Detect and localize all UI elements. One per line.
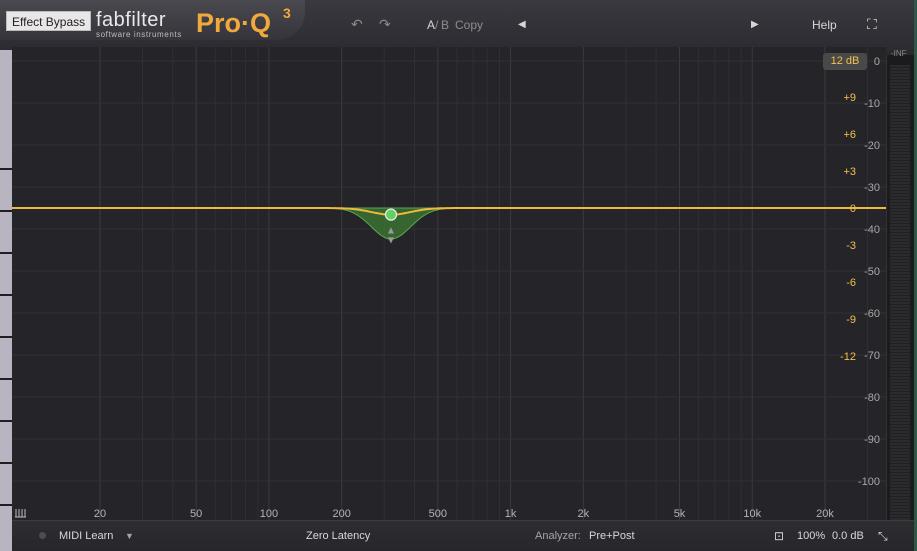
gain-label: -3 xyxy=(846,240,856,252)
freq-label: 50 xyxy=(190,508,202,520)
freq-label: 2k xyxy=(578,508,590,520)
meter-scale-label: -30 xyxy=(864,182,880,194)
freq-label: 20k xyxy=(816,508,834,520)
gain-label: -12 xyxy=(840,351,856,363)
gain-label: +3 xyxy=(843,166,856,178)
meter-scale-label: -90 xyxy=(864,434,880,446)
gain-label: -6 xyxy=(846,277,856,289)
midi-dropdown-icon[interactable]: ▼ xyxy=(125,531,134,541)
meter-scale-label: -10 xyxy=(864,98,880,110)
band-down-arrow-icon[interactable]: ▼ xyxy=(388,236,395,245)
midi-indicator-icon xyxy=(39,532,46,539)
meter-scale-label: -50 xyxy=(864,266,880,278)
output-gain[interactable]: 0.0 dB xyxy=(832,530,864,542)
piano-display-icon[interactable] xyxy=(15,509,26,518)
meter-scale-label: -100 xyxy=(858,476,880,488)
meter-scale-label: -60 xyxy=(864,308,880,320)
zoom-level[interactable]: 100% xyxy=(797,530,825,542)
band-fill xyxy=(12,207,886,240)
gain-label: -9 xyxy=(846,314,856,326)
save-icon[interactable]: ⊡ xyxy=(774,529,784,543)
freq-label: 500 xyxy=(429,508,447,520)
meter-scale-label: -20 xyxy=(864,140,880,152)
resize-icon[interactable]: ⤡ xyxy=(878,529,888,544)
meter-scale-label: -70 xyxy=(864,350,880,362)
eq-graph-svg: ▲ ▼ 20 50 100 200 500 1k 2k 5k 10k 20k +9 +6 +3 0 -3 -6… xyxy=(12,47,886,520)
freq-label: 20 xyxy=(94,508,106,520)
gain-label: +9 xyxy=(843,92,856,104)
freq-label: 200 xyxy=(332,508,350,520)
freq-label: 1k xyxy=(505,508,517,520)
meter-scale-label: -40 xyxy=(864,224,880,236)
gain-label: +6 xyxy=(843,129,856,141)
meter-scale-label: -80 xyxy=(864,392,880,404)
freq-label: 5k xyxy=(674,508,686,520)
gain-label: 0 xyxy=(850,203,856,215)
meter-scale-label: 0 xyxy=(874,56,880,68)
freq-label: 100 xyxy=(260,508,278,520)
eq-curve xyxy=(12,207,886,216)
midi-learn-button[interactable]: MIDI Learn xyxy=(59,530,113,542)
range-badge[interactable]: 12 dB xyxy=(823,53,867,70)
band-up-arrow-icon[interactable]: ▲ xyxy=(388,226,395,235)
analyzer-mode[interactable]: Pre+Post xyxy=(589,530,635,542)
latency-mode[interactable]: Zero Latency xyxy=(306,530,370,542)
freq-label: 10k xyxy=(743,508,761,520)
band-handle[interactable] xyxy=(384,208,398,221)
bottom-bar: MIDI Learn ▼ Zero Latency Analyzer: Pre+… xyxy=(12,520,914,551)
analyzer-label: Analyzer: xyxy=(535,530,581,542)
